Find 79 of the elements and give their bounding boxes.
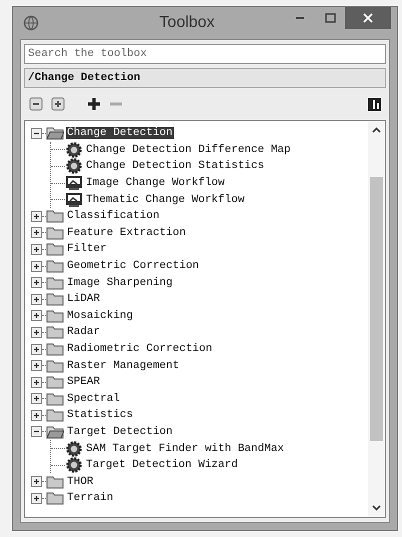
window-title: Toolbox <box>158 14 215 32</box>
expander-icon[interactable] <box>31 376 42 388</box>
expander-icon[interactable] <box>31 310 42 322</box>
maximize-icon <box>324 13 336 23</box>
close-button[interactable] <box>345 7 391 29</box>
expander-icon[interactable] <box>31 360 42 372</box>
expander-icon[interactable] <box>31 128 42 139</box>
scrollbar-thumb[interactable] <box>370 177 383 441</box>
close-icon <box>363 13 373 23</box>
tree-item[interactable]: Filter <box>66 243 108 256</box>
expander-icon[interactable] <box>31 492 42 504</box>
minimize-icon <box>296 17 304 19</box>
expander-icon[interactable] <box>31 344 42 355</box>
expand-all-icon[interactable] <box>51 97 65 111</box>
expander-icon[interactable] <box>31 393 42 404</box>
folder-icon <box>46 375 64 390</box>
tree-item[interactable]: Statistics <box>66 409 134 422</box>
plus-icon[interactable] <box>87 97 101 111</box>
tree-item[interactable]: SPEAR <box>66 376 102 388</box>
tree-item[interactable]: Radar <box>66 326 102 338</box>
path-field: /Change Detection <box>24 68 386 88</box>
tree-item[interactable]: Image Change Workflow <box>85 177 226 190</box>
collapse-all-icon[interactable] <box>29 97 43 111</box>
expander-icon[interactable] <box>31 227 42 238</box>
tree-item[interactable]: Change Detection Statistics <box>85 160 266 172</box>
tree-item[interactable]: Radiometric Correction <box>66 343 214 356</box>
folder-icon <box>46 226 64 240</box>
folder-icon <box>46 276 64 290</box>
tree-item[interactable]: LiDAR <box>66 293 102 306</box>
expander-icon[interactable] <box>31 426 42 438</box>
tree-item[interactable]: Terrain <box>66 492 114 504</box>
gear-icon <box>65 158 83 174</box>
scroll-down-icon[interactable] <box>372 505 381 511</box>
folder-icon <box>46 424 64 439</box>
search-field[interactable]: Search the toolbox <box>24 44 386 64</box>
expander-icon[interactable] <box>31 260 42 272</box>
tree-item[interactable]: Thematic Change Workflow <box>85 194 246 206</box>
tree-item[interactable]: Change Detection Difference Map <box>85 144 292 156</box>
workflow-icon <box>65 192 83 208</box>
tree-item[interactable]: Spectral <box>66 392 121 405</box>
scroll-up-icon[interactable] <box>372 127 381 133</box>
folder-icon <box>46 259 64 274</box>
folder-icon <box>46 408 64 422</box>
folder-icon <box>46 491 64 506</box>
folder-icon <box>46 392 64 406</box>
tree-item[interactable]: Change Detection <box>66 127 174 140</box>
tree-item[interactable]: Raster Management <box>66 360 180 372</box>
workflow-icon <box>65 175 83 192</box>
tree-item[interactable]: Geometric Correction <box>66 260 200 272</box>
globe-icon <box>23 15 39 31</box>
tree-item[interactable]: Feature Extraction <box>66 226 187 239</box>
folder-icon <box>46 358 64 373</box>
folder-icon <box>46 342 64 356</box>
gear-icon <box>65 142 83 158</box>
folder-icon <box>46 209 64 224</box>
panel-icon[interactable] <box>368 98 381 110</box>
folder-icon <box>46 325 64 340</box>
tree-item[interactable]: THOR <box>66 476 94 488</box>
tree-item[interactable]: Classification <box>66 210 160 222</box>
expander-icon[interactable] <box>31 476 42 488</box>
folder-icon <box>46 474 64 489</box>
tree-item[interactable]: Target Detection Wizard <box>85 459 239 472</box>
tree-item[interactable]: Target Detection <box>66 426 174 438</box>
gear-icon <box>65 457 83 474</box>
tree-item[interactable]: SAM Target Finder with BandMax <box>85 442 286 455</box>
expander-icon[interactable] <box>31 326 42 338</box>
folder-icon <box>46 242 64 256</box>
expander-icon[interactable] <box>31 210 42 222</box>
tree-item[interactable]: Mosaicking <box>66 310 134 322</box>
gear-icon <box>65 440 83 457</box>
expander-icon[interactable] <box>31 294 42 305</box>
expander-icon[interactable] <box>31 410 42 421</box>
folder-icon <box>46 308 64 323</box>
expander-icon[interactable] <box>31 244 42 255</box>
folder-icon <box>46 126 64 140</box>
expander-icon[interactable] <box>31 277 42 288</box>
scrollbar[interactable] <box>368 121 385 517</box>
folder-icon <box>46 292 64 306</box>
tree-item[interactable]: Image Sharpening <box>66 276 174 289</box>
